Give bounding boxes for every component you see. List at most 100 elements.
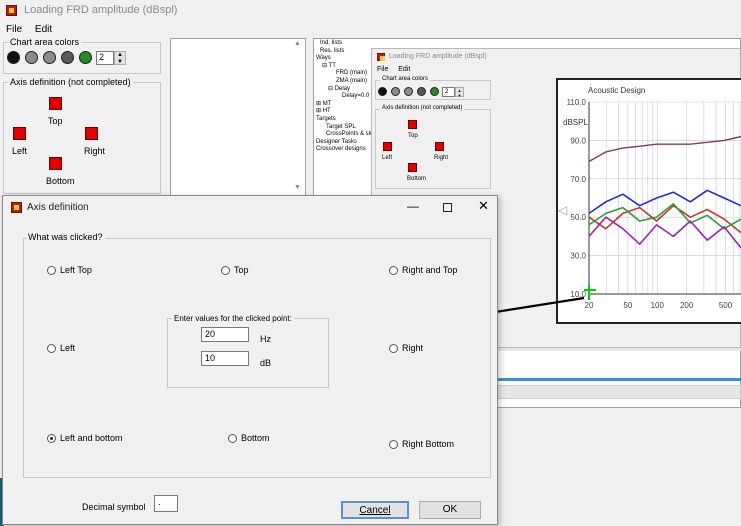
blue-progress-line [490, 378, 741, 381]
y-tick-label: 30.0 [570, 252, 586, 261]
minimize-button[interactable]: — [407, 199, 419, 213]
label-left-and-bottom[interactable]: Left and bottom [60, 433, 123, 443]
axis-definition-label: Axis definition (not completed) [8, 77, 133, 87]
inner-axis-left-label: Left [382, 155, 393, 161]
x-tick-label: 100 [651, 301, 665, 310]
chart-collapse-arrow[interactable]: ◁ [558, 203, 567, 217]
tree-item[interactable]: Targets [316, 116, 377, 124]
radio-top[interactable] [221, 266, 230, 275]
list-panel-scroll-arrow-up[interactable]: ▲ [294, 40, 301, 47]
list-panel-scroll-arrow-down[interactable]: ▼ [294, 184, 301, 191]
chart-frame: Acoustic Design dBSPL 110.0 90.0 70.0 50.0 3… [556, 78, 741, 324]
tree-item[interactable]: ⊟ Delay [316, 86, 377, 94]
inner-axis-definition-label: Axis definition (not completed) [380, 105, 465, 111]
inner-axis-top-button[interactable] [408, 120, 417, 129]
main-window-title: Loading FRD amplitude (dBspl) [24, 4, 178, 16]
axis-bottom-label: Bottom [46, 176, 75, 186]
label-left[interactable]: Left [60, 343, 75, 353]
axis-bottom-button[interactable] [49, 157, 62, 170]
axis-left-label: Left [12, 146, 28, 156]
expand-icon[interactable]: ⊞ [316, 108, 323, 114]
inner-menu-file[interactable]: File [377, 66, 388, 73]
label-right-bottom[interactable]: Right Bottom [402, 439, 454, 449]
inner-swatch-gray-1[interactable] [391, 87, 400, 96]
dialog-app-icon [11, 202, 22, 213]
tree-item[interactable]: Crossover designs [316, 146, 377, 154]
axis-top-label: Top [48, 116, 63, 126]
radio-left[interactable] [47, 344, 56, 353]
list-panel[interactable] [170, 38, 306, 198]
radio-right-top[interactable] [389, 266, 398, 275]
axis-left-button[interactable] [13, 127, 26, 140]
inner-swatch-gray-2[interactable] [404, 87, 413, 96]
tree-item[interactable]: Target SPL [316, 124, 377, 132]
radio-left-top[interactable] [47, 266, 56, 275]
inner-window-title: Loading FRD amplitude (dBspl) [389, 53, 487, 60]
inner-axis-left-button[interactable] [383, 142, 392, 151]
y-tick-label: 50.0 [570, 213, 586, 222]
inner-spinner-input[interactable]: 2 [442, 87, 455, 97]
cancel-button[interactable]: Cancel [341, 501, 409, 519]
tree-item[interactable]: ⊞ HT [316, 108, 377, 116]
tree-item[interactable]: Ind. lists [316, 40, 377, 48]
tree-item[interactable]: ZMA (main) [316, 78, 377, 86]
inner-spinner-arrows[interactable]: ▲ ▼ [455, 87, 464, 98]
radio-left-and-bottom[interactable] [47, 434, 56, 443]
x-tick-label: 50 [623, 301, 632, 310]
label-top[interactable]: Top [234, 265, 249, 275]
hz-value-input[interactable]: 20 [201, 327, 249, 342]
radio-right[interactable] [389, 344, 398, 353]
inner-menu-edit[interactable]: Edit [398, 66, 410, 73]
tree-item[interactable]: CrossPoints & slop [316, 131, 377, 139]
tree-item[interactable]: Delay=0.0 [316, 93, 377, 101]
decimal-symbol-input[interactable]: . [154, 495, 178, 512]
decimal-symbol-label: Decimal symbol [82, 502, 146, 512]
tree-item[interactable]: ⊞ MT [316, 101, 377, 109]
tree-item[interactable]: Designer Tasks [316, 139, 377, 147]
color-spinner-input[interactable]: 2 [96, 51, 114, 65]
tree-item[interactable]: FRD (main) [316, 70, 377, 78]
bottom-scrollbar[interactable] [490, 385, 741, 399]
axis-top-button[interactable] [49, 97, 62, 110]
inner-axis-right-button[interactable] [435, 142, 444, 151]
inner-swatch-dark-gray[interactable] [417, 87, 426, 96]
inner-axis-top-label: Top [408, 133, 418, 139]
y-tick-label: 10.0 [570, 290, 586, 299]
ok-button[interactable]: OK [419, 501, 481, 519]
menu-file[interactable]: File [6, 24, 22, 35]
label-bottom[interactable]: Bottom [241, 433, 270, 443]
color-swatch-gray-2[interactable] [43, 51, 56, 64]
inner-axis-bottom-button[interactable] [408, 163, 417, 172]
tree-item[interactable]: ⊟ TT [316, 63, 377, 71]
label-right[interactable]: Right [402, 343, 423, 353]
chart-svg[interactable]: Acoustic Design dBSPL 110.0 90.0 70.0 50.0 3… [558, 80, 741, 322]
label-left-top[interactable]: Left Top [60, 265, 92, 275]
label-right-top[interactable]: Right and Top [402, 265, 457, 275]
maximize-button[interactable] [443, 203, 452, 212]
values-group-label: Enter values for the clicked point: [172, 314, 294, 323]
inner-chart-colors-label: Chart area colors [380, 76, 431, 82]
menu-edit[interactable]: Edit [35, 24, 52, 35]
chart-title: Acoustic Design [588, 86, 645, 95]
axis-right-button[interactable] [85, 127, 98, 140]
radio-bottom[interactable] [228, 434, 237, 443]
expand-icon[interactable]: ⊟ [328, 86, 335, 92]
radio-right-bottom[interactable] [389, 440, 398, 449]
y-tick-label: 70.0 [570, 175, 586, 184]
color-swatch-dark-gray[interactable] [61, 51, 74, 64]
axis-right-label: Right [84, 146, 106, 156]
expand-icon[interactable]: ⊟ [322, 63, 329, 69]
tree-item[interactable]: Ways [316, 55, 377, 63]
inner-swatch-black[interactable] [378, 87, 387, 96]
inner-swatch-green[interactable] [430, 87, 439, 96]
inner-menu-bar: File Edit [377, 66, 410, 73]
close-button[interactable]: ✕ [478, 198, 489, 214]
db-value-input[interactable]: 10 [201, 351, 249, 366]
color-swatch-green[interactable] [79, 51, 92, 64]
color-swatch-black[interactable] [7, 51, 20, 64]
spinner-arrows[interactable]: ▲ ▼ [114, 51, 126, 65]
color-swatch-gray-1[interactable] [25, 51, 38, 64]
tree-item[interactable]: Res. lists [316, 48, 377, 56]
series-line [588, 216, 741, 249]
expand-icon[interactable]: ⊞ [316, 101, 323, 107]
